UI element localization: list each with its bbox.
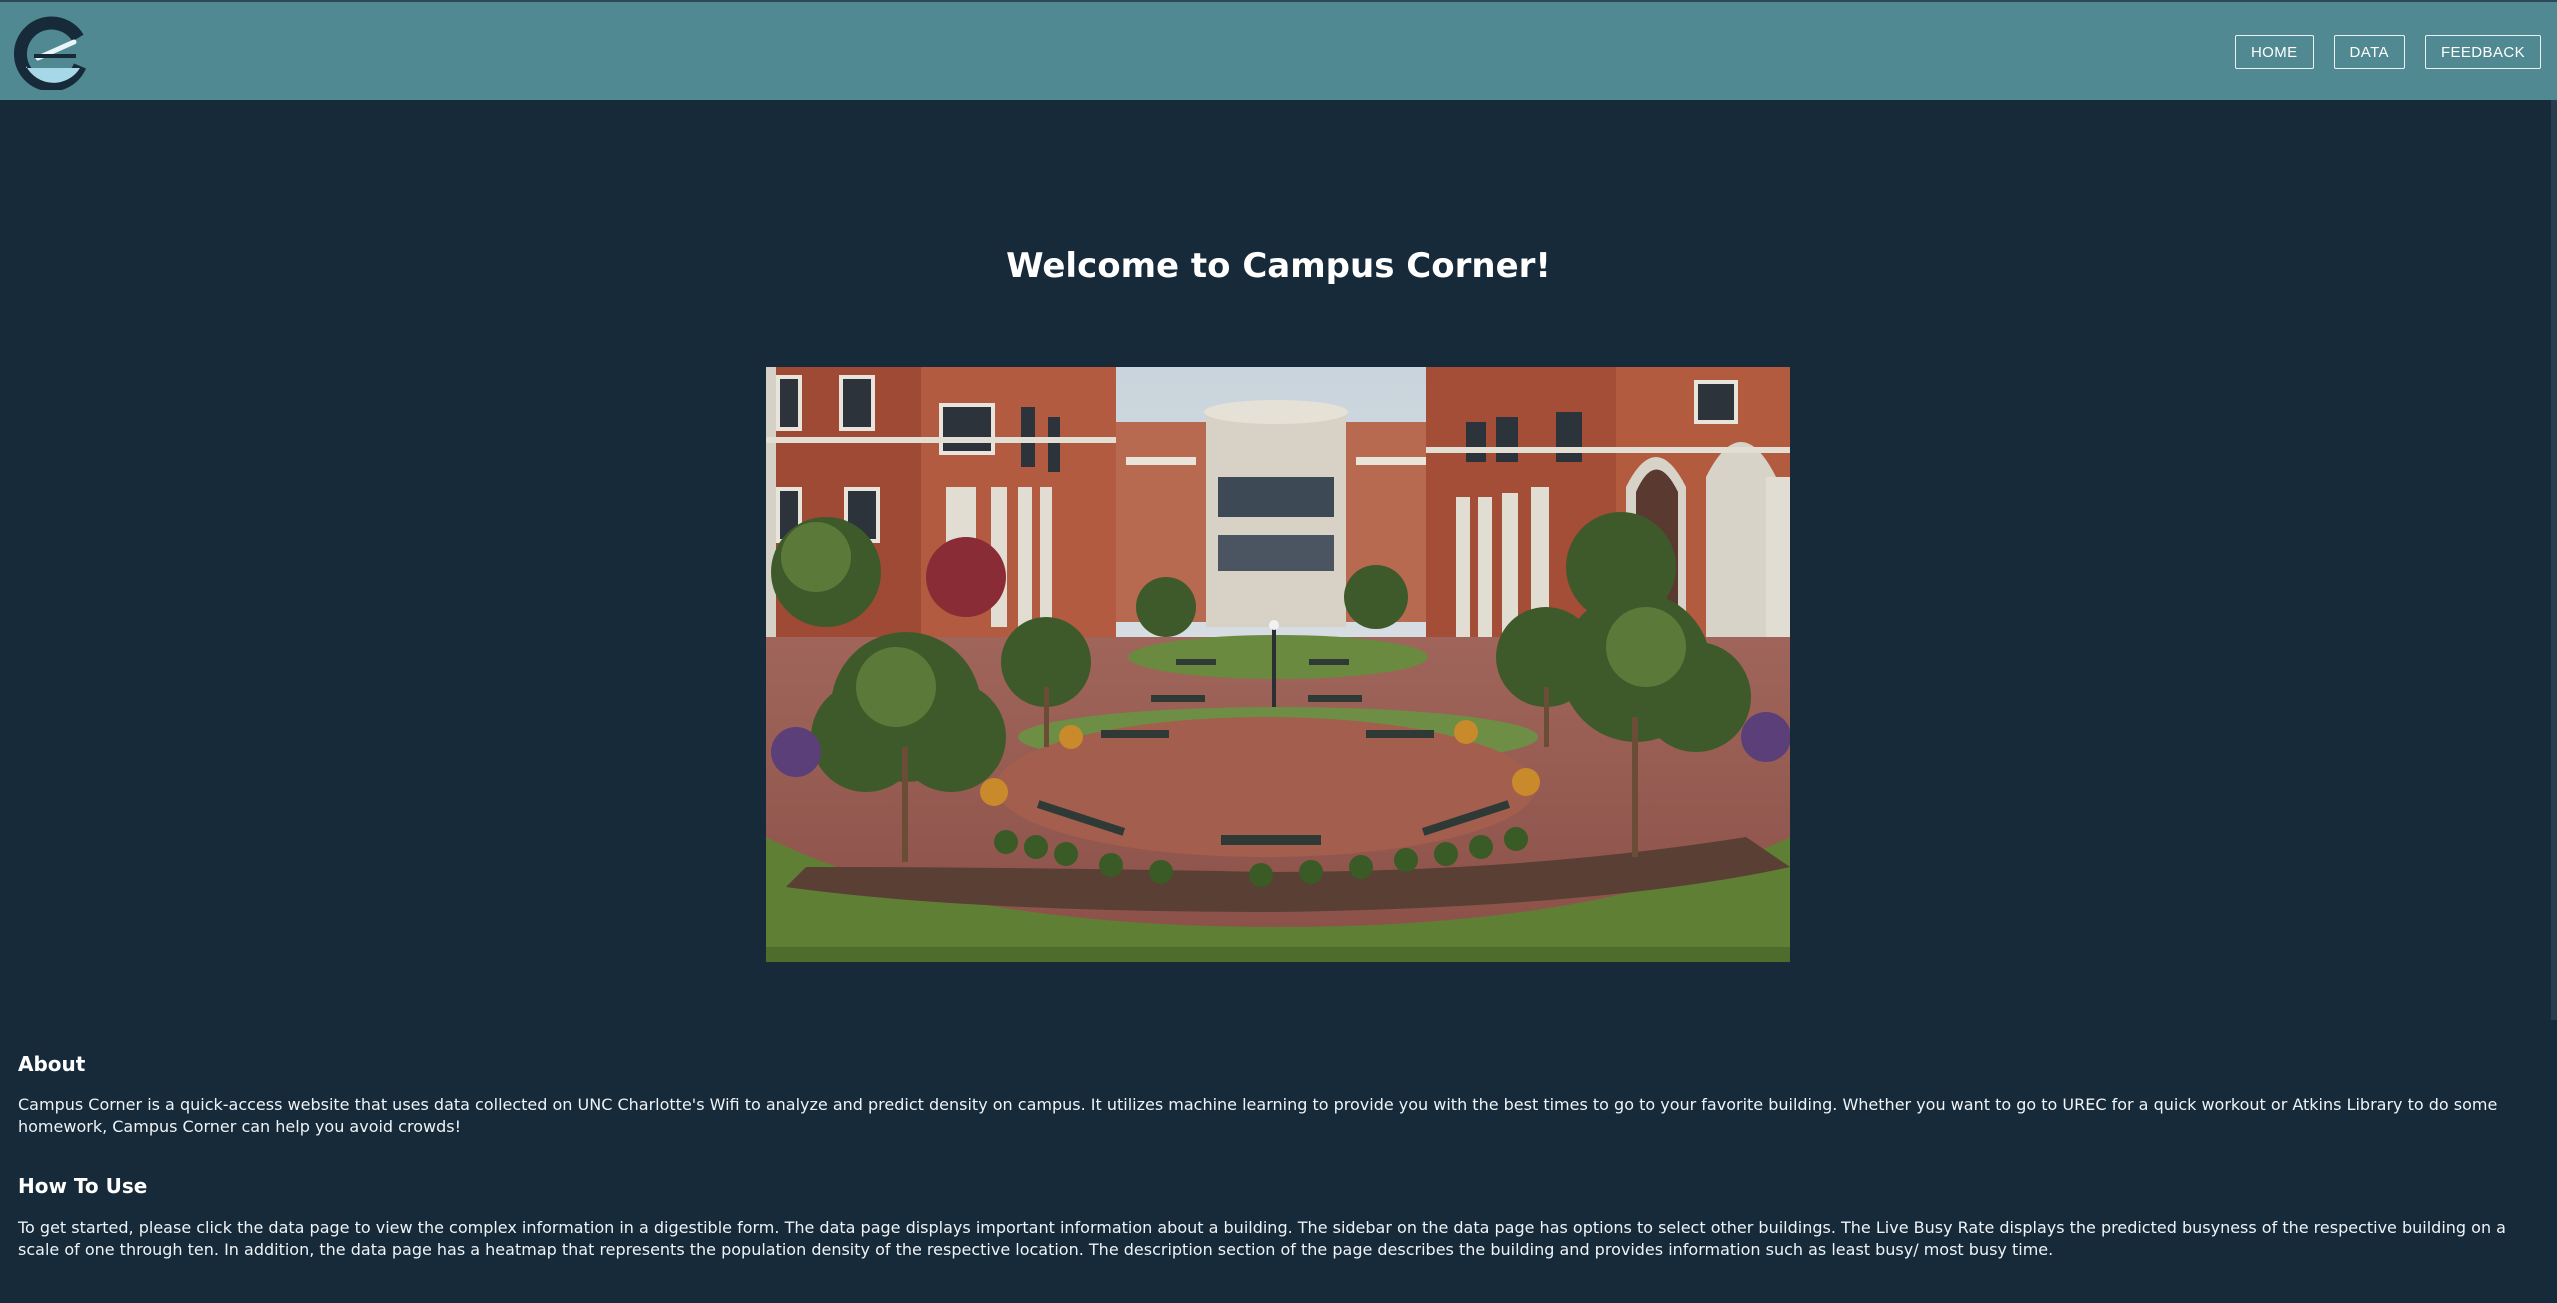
welcome-title: Welcome to Campus Corner! <box>1006 246 1551 286</box>
how-to-use-text: To get started, please click the data pa… <box>18 1218 2506 1259</box>
how-to-use-heading: How To Use <box>18 1174 148 1198</box>
page: HOME DATA FEEDBACK Welcome to Campus Cor… <box>0 0 2557 1303</box>
nav-home-button[interactable]: HOME <box>2234 35 2314 69</box>
about-text: Campus Corner is a quick-access website … <box>18 1095 2498 1136</box>
campus-courtyard-image <box>766 367 1790 962</box>
nav-data-button[interactable]: DATA <box>2333 35 2405 69</box>
main-nav: HOME DATA FEEDBACK <box>2234 35 2541 69</box>
page-scrollbar[interactable] <box>2551 100 2557 1020</box>
top-navbar: HOME DATA FEEDBACK <box>0 0 2557 100</box>
nav-feedback-button[interactable]: FEEDBACK <box>2424 35 2541 69</box>
campus-corner-logo-icon[interactable] <box>14 16 90 92</box>
about-heading: About <box>18 1052 86 1076</box>
